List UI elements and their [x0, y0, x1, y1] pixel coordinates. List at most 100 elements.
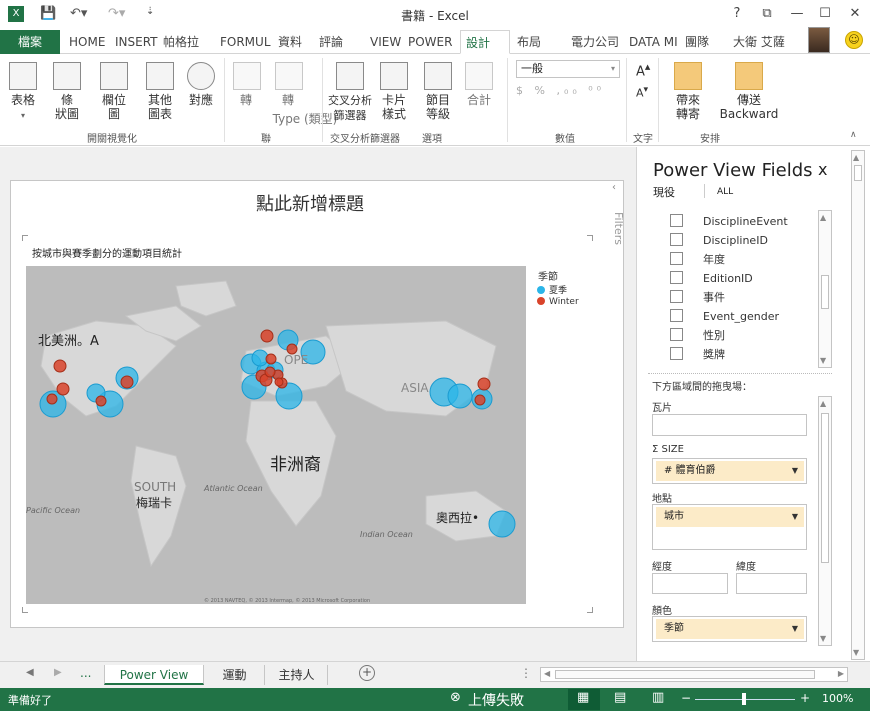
maximize-button[interactable]: ☐: [812, 4, 838, 24]
field-item[interactable]: 性別: [670, 328, 725, 344]
window-scrollbar[interactable]: ▲ ▼: [851, 150, 865, 660]
tab-data[interactable]: 資料: [273, 30, 307, 54]
ribbon-display-button[interactable]: ⧉: [754, 4, 780, 24]
legend-item-winter[interactable]: Winter: [537, 297, 579, 307]
world-map[interactable]: 北美洲。A 非洲裔 SOUTH 梅瑞卡 奧西拉• ASIA OPE Atlant…: [26, 266, 526, 604]
tab-formulas[interactable]: FORMUL: [215, 30, 276, 54]
page-break-view-icon[interactable]: ▥: [652, 690, 664, 705]
size-field-chip[interactable]: # 體育伯爵 ▼: [656, 461, 804, 481]
tab-design[interactable]: 設計: [460, 30, 510, 54]
convert-button-1[interactable]: 轉: [233, 62, 261, 107]
totals-button[interactable]: 合計: [464, 62, 494, 107]
zoom-in-icon[interactable]: +: [800, 691, 810, 705]
tab-split-handle[interactable]: ⋮: [520, 666, 532, 680]
legend-item-summer[interactable]: 夏季: [537, 283, 567, 296]
font-grow-icon[interactable]: A▴: [636, 60, 650, 79]
chip-dropdown-icon[interactable]: ▼: [792, 619, 798, 639]
table-button[interactable]: 表格 ▾: [8, 62, 38, 123]
field-item[interactable]: DisciplineID: [670, 233, 768, 249]
tab-layout[interactable]: 布局: [512, 30, 546, 54]
tab-home[interactable]: HOME: [64, 30, 110, 54]
scrollbar-thumb[interactable]: [821, 275, 829, 309]
help-button[interactable]: ?: [724, 4, 750, 24]
tab-active-fields[interactable]: 現役: [653, 184, 675, 200]
longitude-drop-zone[interactable]: [652, 573, 728, 594]
tab-page-layout[interactable]: 帕格拉: [158, 30, 204, 54]
field-item[interactable]: EditionID: [670, 271, 753, 287]
convert-button-2[interactable]: 轉: [275, 62, 303, 107]
map-button[interactable]: 對應: [184, 62, 218, 107]
tiles-button[interactable]: 節目 等級: [420, 62, 456, 121]
tiles-drop-zone[interactable]: [652, 414, 807, 436]
sheet-tab-hosts[interactable]: 主持人: [266, 665, 328, 685]
close-pane-button[interactable]: x: [818, 160, 827, 179]
scroll-up-icon[interactable]: ▲: [820, 399, 826, 408]
upload-status[interactable]: 上傳失敗: [468, 690, 524, 710]
page-layout-view-icon[interactable]: ▤: [614, 690, 626, 705]
field-checkbox[interactable]: [670, 252, 683, 265]
column-chart-button[interactable]: 欄位圖: [95, 62, 133, 121]
tab-file[interactable]: 檔案: [0, 30, 60, 54]
user-avatar[interactable]: [808, 27, 830, 53]
corner-handle[interactable]: [22, 607, 28, 613]
scroll-left-icon[interactable]: ◀: [544, 669, 550, 678]
scrollbar-thumb[interactable]: [854, 165, 862, 181]
send-backward-button[interactable]: 傳送 Backward: [718, 62, 780, 121]
next-sheet-icon[interactable]: ▶: [54, 667, 62, 678]
corner-handle[interactable]: [587, 607, 593, 613]
number-format-dropdown[interactable]: 一般 ▾: [516, 60, 620, 78]
tab-view[interactable]: VIEW: [365, 30, 406, 54]
sheet-tab-sports[interactable]: 運動: [205, 665, 265, 685]
sheet-tab-power-view[interactable]: Power View: [104, 665, 204, 685]
zoom-slider-thumb[interactable]: [742, 693, 746, 705]
tab-insert[interactable]: INSERT: [110, 30, 163, 54]
zoom-out-icon[interactable]: −: [681, 691, 691, 705]
corner-handle[interactable]: [22, 235, 28, 241]
normal-view-icon[interactable]: ▦: [577, 690, 589, 705]
font-shrink-icon[interactable]: A▾: [636, 84, 648, 100]
field-item[interactable]: DisciplineEvent: [670, 214, 788, 230]
scroll-up-icon[interactable]: ▲: [853, 153, 859, 162]
field-checkbox[interactable]: [670, 309, 683, 322]
view-title-placeholder[interactable]: 點此新增標題: [10, 190, 610, 216]
card-style-button[interactable]: 卡片 樣式: [376, 62, 412, 121]
scroll-up-icon[interactable]: ▲: [820, 213, 826, 222]
scrollbar-thumb[interactable]: [821, 413, 829, 563]
tab-team[interactable]: 團隊: [680, 30, 714, 54]
scrollbar-thumb[interactable]: [555, 670, 815, 679]
scroll-right-icon[interactable]: ▶: [838, 669, 844, 678]
tab-all-fields[interactable]: ALL: [717, 187, 733, 197]
tab-power-company[interactable]: 電力公司: [566, 30, 624, 54]
zoom-level[interactable]: 100%: [822, 692, 853, 705]
areas-scrollbar[interactable]: ▲ ▼: [818, 396, 832, 646]
bring-forward-button[interactable]: 帶來 轉寄: [668, 62, 708, 121]
fields-list-scrollbar[interactable]: ▲ ▼: [818, 210, 832, 368]
color-field-chip[interactable]: 季節 ▼: [656, 619, 804, 639]
slicer-button[interactable]: 交叉分析篩選器: [328, 62, 372, 123]
field-item[interactable]: 獎牌: [670, 347, 725, 363]
field-checkbox[interactable]: [670, 233, 683, 246]
collapse-filters-icon[interactable]: ‹: [612, 182, 616, 193]
field-item[interactable]: Event_gender: [670, 309, 779, 325]
tab-user[interactable]: 大衛 艾薩: [728, 30, 790, 54]
upload-failed-icon[interactable]: ⊗: [450, 690, 461, 705]
horizontal-scrollbar[interactable]: ◀ ▶: [540, 667, 848, 682]
chip-dropdown-icon[interactable]: ▼: [792, 507, 798, 527]
number-format-icons[interactable]: $ % ,₀₀ ⁰⁰: [516, 84, 605, 97]
close-button[interactable]: ✕: [842, 4, 868, 24]
filters-pane-label[interactable]: Filters: [612, 212, 625, 245]
corner-handle[interactable]: [587, 235, 593, 241]
chip-dropdown-icon[interactable]: ▼: [792, 461, 798, 481]
scroll-down-icon[interactable]: ▼: [820, 634, 826, 643]
more-sheets-button[interactable]: ...: [80, 666, 91, 680]
field-checkbox[interactable]: [670, 290, 683, 303]
prev-sheet-icon[interactable]: ◀: [26, 667, 34, 678]
collapse-ribbon-icon[interactable]: ∧: [850, 130, 857, 140]
scroll-down-icon[interactable]: ▼: [820, 356, 826, 365]
scroll-down-icon[interactable]: ▼: [853, 648, 859, 657]
field-checkbox[interactable]: [670, 328, 683, 341]
new-sheet-button[interactable]: +: [359, 665, 375, 681]
field-item[interactable]: 年度: [670, 252, 725, 268]
tab-review[interactable]: 評論: [314, 30, 348, 54]
location-field-chip[interactable]: 城市 ▼: [656, 507, 804, 527]
